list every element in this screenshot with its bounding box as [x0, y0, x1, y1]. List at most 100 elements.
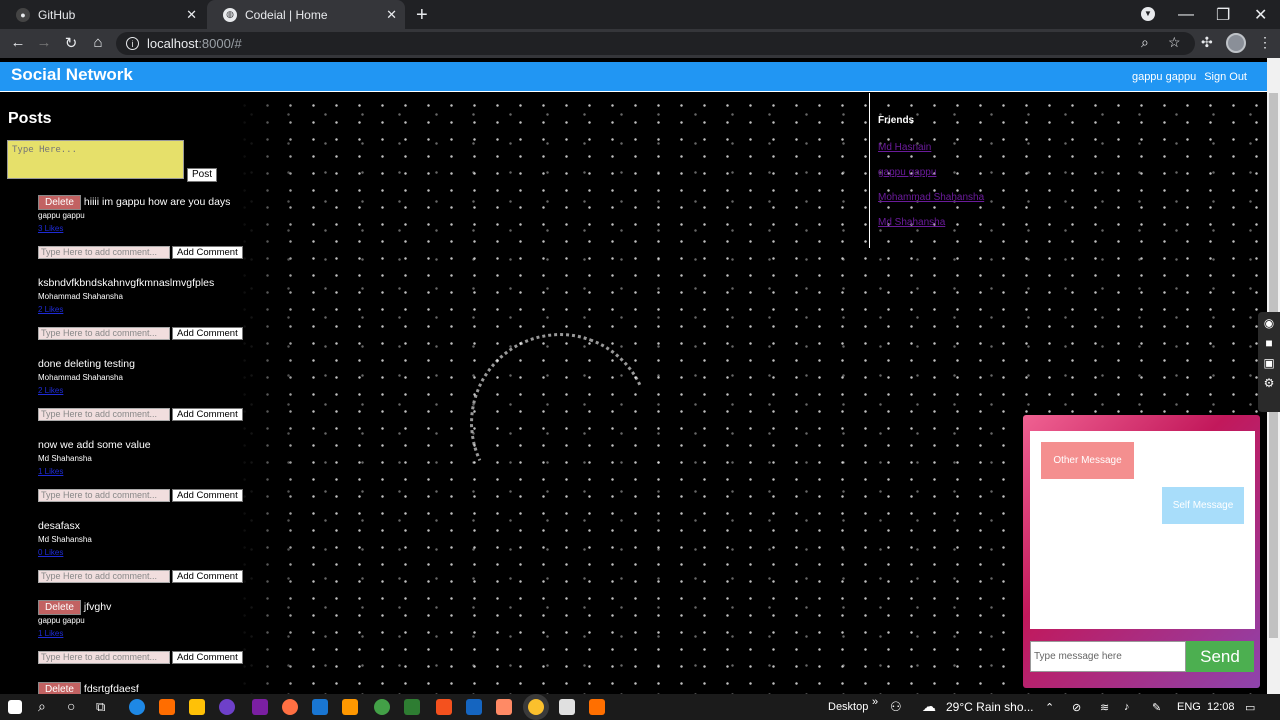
site-brand[interactable]: Social Network: [11, 65, 133, 85]
post-content: done deleting testing: [38, 358, 135, 370]
cortana-icon[interactable]: ○: [67, 698, 75, 714]
post-button[interactable]: Post: [187, 168, 217, 182]
zoom-icon[interactable]: ⌕: [1141, 34, 1149, 51]
people-icon[interactable]: ⚇: [890, 699, 902, 715]
tab-github[interactable]: ● GitHub ✕: [0, 0, 205, 29]
chat-message-input[interactable]: Type message here: [1030, 641, 1186, 672]
post-likes-link[interactable]: 1 Likes: [38, 467, 298, 476]
app-icon[interactable]: [496, 699, 512, 715]
friend-link[interactable]: Md Hasnain: [878, 142, 1001, 153]
vscode-icon[interactable]: [466, 699, 482, 715]
extensions-icon[interactable]: ✣: [1201, 34, 1213, 51]
post-likes-link[interactable]: 0 Likes: [38, 548, 298, 557]
close-icon[interactable]: ✕: [186, 7, 197, 23]
volume-icon[interactable]: ♪: [1124, 701, 1130, 713]
sign-out-link[interactable]: Sign Out: [1204, 71, 1247, 83]
video-icon[interactable]: ■: [1265, 336, 1272, 350]
add-comment-button[interactable]: Add Comment: [172, 246, 243, 259]
notification-icon[interactable]: ▭: [1245, 701, 1255, 714]
comment-form: Type Here to add comment... Add Comment: [38, 246, 298, 259]
post-likes-link[interactable]: 2 Likes: [38, 305, 298, 314]
add-comment-button[interactable]: Add Comment: [172, 489, 243, 502]
tray-app-icon[interactable]: ⊘: [1072, 701, 1081, 714]
tray-chevron-icon[interactable]: ⌃: [1045, 701, 1054, 714]
add-comment-button[interactable]: Add Comment: [172, 408, 243, 421]
task-view-icon[interactable]: ⧉: [96, 699, 105, 715]
brave-icon[interactable]: [436, 699, 452, 715]
add-comment-button[interactable]: Add Comment: [172, 651, 243, 664]
friend-link[interactable]: gappu gappu: [878, 167, 1001, 178]
comment-input[interactable]: Type Here to add comment...: [38, 246, 170, 259]
gallery-icon[interactable]: ▣: [1263, 356, 1274, 370]
search-icon[interactable]: ⌕: [38, 698, 46, 715]
gear-icon[interactable]: ⚙: [1264, 376, 1275, 390]
delete-post-button[interactable]: Delete: [38, 599, 81, 615]
github-desktop-icon[interactable]: [219, 699, 235, 715]
post-author: Md Shahansha: [38, 535, 92, 544]
camera-icon[interactable]: ◉: [1264, 316, 1274, 330]
address-bar[interactable]: i localhost :8000/#: [116, 32, 1195, 55]
post-item: Delete jfvghv gappu gappu 1 Likes Type Here …: [38, 599, 298, 664]
add-comment-button[interactable]: Add Comment: [172, 327, 243, 340]
app-icon[interactable]: [404, 699, 420, 715]
tab-title: GitHub: [38, 7, 76, 22]
user-name-link[interactable]: gappu gappu: [1132, 71, 1196, 83]
friend-link[interactable]: Mohammad Shahansha: [878, 192, 1001, 203]
chat-box: Other Message Self Message Type message …: [1023, 415, 1260, 688]
mail-icon[interactable]: [312, 699, 328, 715]
comment-input[interactable]: Type Here to add comment...: [38, 327, 170, 340]
close-icon[interactable]: ✕: [386, 7, 397, 23]
language-indicator[interactable]: ENG: [1177, 701, 1201, 713]
chrome-icon[interactable]: [528, 699, 544, 715]
post-textarea[interactable]: Type Here...: [7, 140, 184, 179]
weather-text[interactable]: 29°C Rain sho...: [946, 700, 1034, 714]
post-likes-link[interactable]: 2 Likes: [38, 386, 298, 395]
tab-title: Codeial | Home: [245, 7, 328, 22]
delete-post-button[interactable]: Delete: [38, 681, 81, 694]
post-likes-link[interactable]: 3 Likes: [38, 224, 298, 233]
reload-icon[interactable]: ↻: [61, 34, 81, 52]
sublime-icon[interactable]: [342, 699, 358, 715]
firefox-icon[interactable]: [282, 699, 298, 715]
post-author: Mohammad Shahansha: [38, 292, 123, 301]
comment-input[interactable]: Type Here to add comment...: [38, 570, 170, 583]
post-author: Mohammad Shahansha: [38, 373, 123, 382]
tab-codeial[interactable]: ◍ Codeial | Home ✕: [207, 0, 405, 29]
comment-input[interactable]: Type Here to add comment...: [38, 651, 170, 664]
download-icon[interactable]: [374, 699, 390, 715]
edge-icon[interactable]: [129, 699, 145, 715]
friends-panel: Friends Md Hasnain gappu gappu Mohammad …: [869, 93, 1009, 248]
chat-send-button[interactable]: Send: [1186, 641, 1254, 672]
back-icon[interactable]: ←: [8, 34, 28, 51]
info-icon[interactable]: i: [126, 37, 139, 50]
clock[interactable]: 12:08: [1207, 701, 1235, 713]
app-icon[interactable]: [589, 699, 605, 715]
app-icon[interactable]: [559, 699, 575, 715]
friend-link[interactable]: Md Shahansha: [878, 217, 1001, 228]
media-control-icon[interactable]: ▼: [1141, 7, 1155, 21]
post-likes-link[interactable]: 1 Likes: [38, 629, 298, 638]
onenote-icon[interactable]: [252, 699, 268, 715]
restore-icon[interactable]: ❐: [1216, 0, 1230, 29]
windows-start-icon[interactable]: [8, 700, 22, 714]
wifi-icon[interactable]: ≋: [1100, 701, 1109, 714]
comment-input[interactable]: Type Here to add comment...: [38, 408, 170, 421]
pen-icon[interactable]: ✎: [1152, 701, 1161, 714]
comment-input[interactable]: Type Here to add comment...: [38, 489, 170, 502]
app-icon[interactable]: [159, 699, 175, 715]
file-explorer-icon[interactable]: [189, 699, 205, 715]
close-window-icon[interactable]: ✕: [1254, 0, 1267, 29]
delete-post-button[interactable]: Delete: [38, 194, 81, 210]
bookmark-star-icon[interactable]: ☆: [1168, 34, 1181, 51]
menu-icon[interactable]: ⋮: [1258, 34, 1272, 51]
site-navbar: Social Network gappu gappu Sign Out: [0, 62, 1267, 92]
forward-icon[interactable]: →: [34, 34, 54, 51]
add-comment-button[interactable]: Add Comment: [172, 570, 243, 583]
desktop-label[interactable]: Desktop: [828, 701, 868, 713]
chevron-icon[interactable]: »: [872, 696, 878, 708]
home-icon[interactable]: ⌂: [88, 34, 108, 51]
minimize-icon[interactable]: —: [1178, 0, 1194, 29]
profile-avatar[interactable]: [1226, 33, 1246, 53]
post-item: ksbndvfkbndskahnvgfkmnaslmvgfples Mohamma…: [38, 276, 298, 340]
new-tab-icon[interactable]: +: [416, 4, 428, 27]
